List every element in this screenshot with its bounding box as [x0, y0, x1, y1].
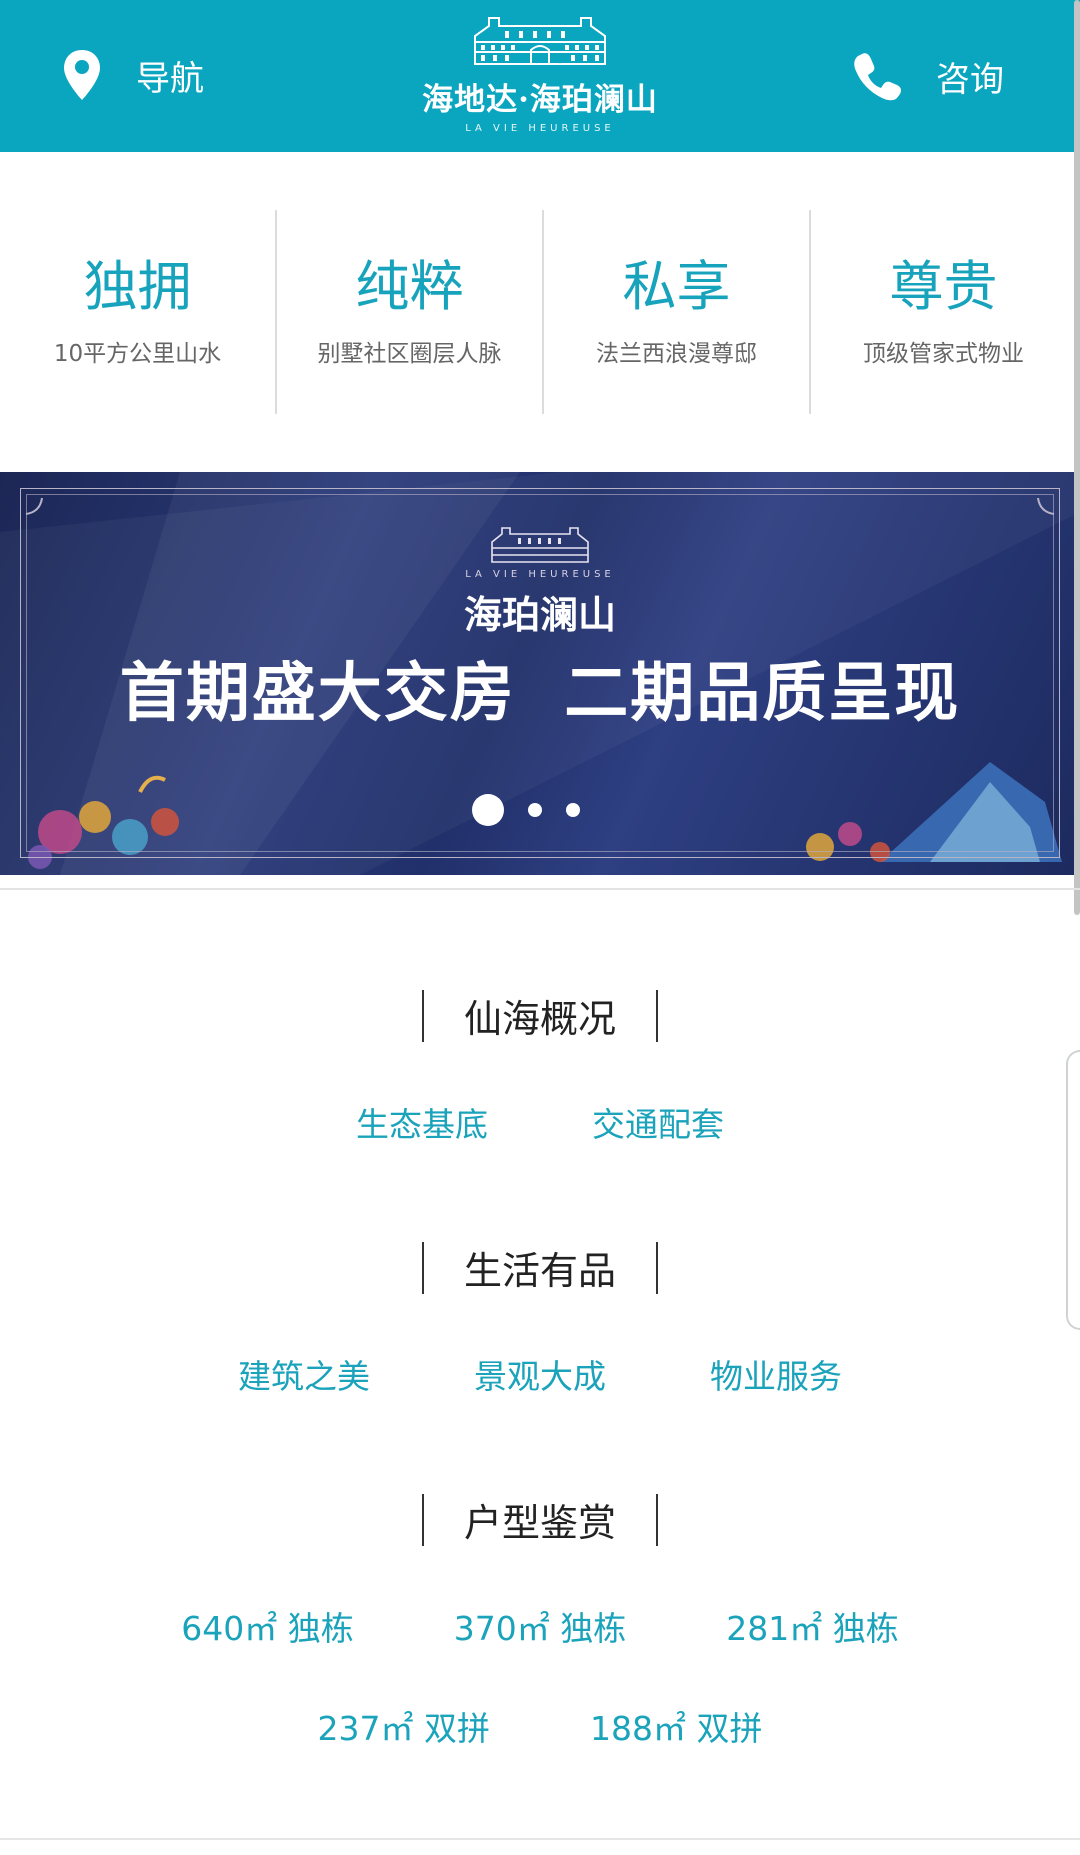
overview-links: 生态基底 交通配套	[0, 1098, 1080, 1146]
consult-button[interactable]: 咨询	[852, 50, 1004, 102]
feature-item: 纯粹 别墅社区圈层人脉	[275, 210, 542, 414]
floorplan-links-row-2: 237㎡ 双拼 188㎡ 双拼	[0, 1702, 1080, 1750]
building-logo-icon	[491, 527, 589, 563]
feature-subtitle: 10平方公里山水	[53, 341, 222, 367]
nav-button[interactable]: 导航	[62, 48, 204, 102]
feature-item: 独拥 10平方公里山水	[0, 210, 275, 414]
promo-banner-carousel[interactable]: LA VIE HEUREUSE 海珀澜山 首期盛大交房 二期品质呈现	[0, 472, 1080, 875]
brand-logo: 海地达·海珀澜山 LA VIE HEUREUSE	[410, 12, 670, 134]
location-pin-icon	[64, 50, 100, 100]
feature-subtitle: 法兰西浪漫尊邸	[596, 341, 757, 367]
carousel-dot-2[interactable]	[528, 803, 542, 817]
feature-subtitle: 别墅社区圈层人脉	[317, 341, 502, 367]
link-transport[interactable]: 交通配套	[592, 1098, 724, 1146]
side-drawer-handle[interactable]	[1066, 1050, 1080, 1330]
link-floorplan-237[interactable]: 237㎡ 双拼	[318, 1702, 490, 1750]
section-divider	[0, 888, 1080, 890]
link-floorplan-188[interactable]: 188㎡ 双拼	[590, 1702, 762, 1750]
bottom-divider	[0, 1838, 1080, 1840]
feature-strip: 独拥 10平方公里山水 纯粹 别墅社区圈层人脉 私享 法兰西浪漫尊邸 尊贵 顶级…	[0, 210, 1080, 414]
carousel-dot-3[interactable]	[566, 803, 580, 817]
banner-brand-name: 海珀澜山	[463, 592, 616, 637]
link-floorplan-370[interactable]: 370㎡ 独栋	[454, 1602, 626, 1650]
section-heading-text: 生活有品	[463, 1249, 616, 1293]
section-heading-text: 仙海概况	[463, 997, 616, 1041]
section-heading-lifestyle: 生活有品	[0, 1240, 1080, 1295]
lifestyle-links: 建筑之美 景观大成 物业服务	[0, 1350, 1080, 1398]
link-floorplan-281[interactable]: 281㎡ 独栋	[726, 1602, 898, 1650]
feature-title: 尊贵	[889, 255, 998, 318]
brand-name: 海地达·海珀澜山	[422, 82, 658, 118]
link-landscape[interactable]: 景观大成	[474, 1350, 606, 1398]
section-heading-text: 户型鉴赏	[463, 1501, 616, 1545]
heading-bar-right	[656, 1241, 658, 1294]
nav-label: 导航	[136, 58, 204, 99]
heading-bar-right	[656, 989, 658, 1042]
heading-bar-left	[421, 1493, 424, 1546]
heading-bar-left	[421, 1241, 424, 1294]
banner-tagline: LA VIE HEUREUSE	[465, 569, 615, 580]
feature-item: 尊贵 顶级管家式物业	[809, 210, 1076, 414]
feature-item: 私享 法兰西浪漫尊邸	[542, 210, 809, 414]
floorplan-links-row-1: 640㎡ 独栋 370㎡ 独栋 281㎡ 独栋	[0, 1602, 1080, 1650]
feature-title: 独拥	[83, 255, 192, 318]
banner-headline: 首期盛大交房 二期品质呈现	[119, 656, 961, 731]
heading-bar-right	[656, 1493, 658, 1546]
heading-bar-left	[421, 989, 424, 1042]
section-heading-floorplans: 户型鉴赏	[0, 1492, 1080, 1547]
section-heading-overview: 仙海概况	[0, 988, 1080, 1043]
link-property-service[interactable]: 物业服务	[710, 1350, 842, 1398]
page-scrollbar[interactable]	[1074, 0, 1080, 915]
feature-title: 纯粹	[355, 255, 464, 318]
carousel-dot-1[interactable]	[472, 794, 504, 826]
brand-tagline: LA VIE HEUREUSE	[465, 123, 615, 134]
consult-label: 咨询	[936, 59, 1004, 100]
phone-icon	[854, 53, 901, 101]
top-header: 导航 海地达·海珀澜山 LA VIE HEUREUSE 咨询	[0, 0, 1080, 152]
carousel-pagination	[472, 794, 580, 826]
building-logo-icon	[474, 17, 606, 65]
link-floorplan-640[interactable]: 640㎡ 独栋	[181, 1602, 353, 1650]
feature-subtitle: 顶级管家式物业	[863, 341, 1024, 367]
link-architecture[interactable]: 建筑之美	[238, 1350, 370, 1398]
link-ecology[interactable]: 生态基底	[356, 1098, 488, 1146]
feature-title: 私享	[622, 255, 731, 318]
